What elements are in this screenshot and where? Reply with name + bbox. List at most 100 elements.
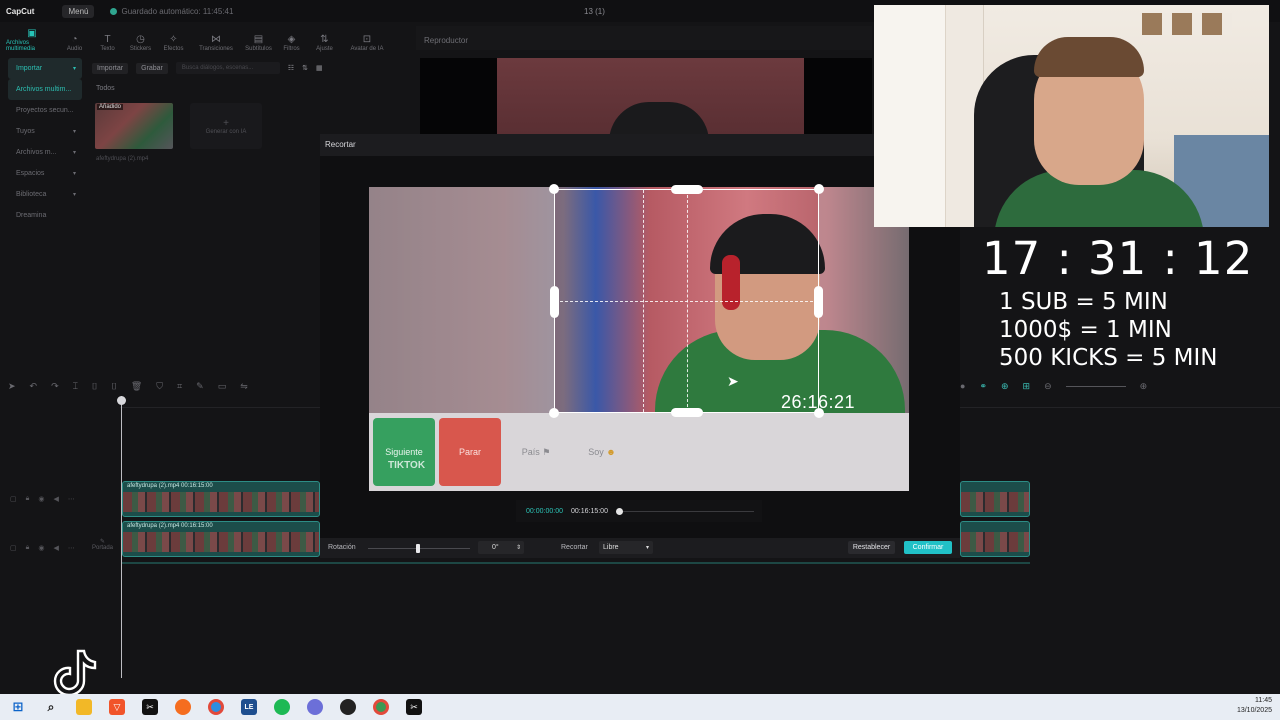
crop-handle-top-left[interactable] bbox=[549, 184, 559, 194]
sidebar-item-import[interactable]: Importar ▾ bbox=[8, 58, 82, 79]
tool-subtitles[interactable]: ▤ Subtítulos bbox=[242, 34, 275, 52]
video-clip[interactable]: afeftydrupa (2).mp4 00:16:15:00 bbox=[122, 481, 320, 517]
chrome-2-icon[interactable] bbox=[373, 699, 389, 715]
tool-adjust[interactable]: ⇅ Ajuste bbox=[308, 34, 341, 52]
record-button[interactable]: Grabar bbox=[136, 62, 168, 74]
crop-selection-box[interactable] bbox=[549, 184, 824, 418]
sidebar-item-media-files[interactable]: Archivos multim... bbox=[8, 79, 82, 100]
sidebar-item-library[interactable]: Biblioteca ▾ bbox=[8, 184, 82, 205]
project-name[interactable]: 13 (1) bbox=[584, 7, 605, 16]
select-tool-icon[interactable]: ➤ bbox=[8, 381, 16, 392]
crop-handle-bottom-left[interactable] bbox=[549, 408, 559, 418]
mirror-icon[interactable]: ⇋ bbox=[240, 381, 248, 392]
sidebar-item-spaces[interactable]: Espacios ▾ bbox=[8, 163, 82, 184]
audio-track[interactable] bbox=[122, 562, 1030, 570]
video-clip[interactable] bbox=[960, 481, 1030, 517]
obs-icon[interactable] bbox=[340, 699, 356, 715]
tool-transitions[interactable]: ⋈ Transiciones bbox=[190, 34, 242, 52]
volume-icon[interactable]: ◀ bbox=[53, 544, 58, 552]
volume-icon[interactable]: ◀ bbox=[53, 495, 58, 503]
stop-chat-button: Parar bbox=[439, 418, 501, 486]
tool-text[interactable]: T Texto bbox=[91, 34, 124, 52]
discord-icon[interactable] bbox=[307, 699, 323, 715]
crop-handle-top-right[interactable] bbox=[814, 184, 824, 194]
le-icon[interactable]: LE bbox=[241, 699, 257, 715]
menu-button[interactable]: Menú bbox=[62, 4, 95, 18]
crop-handle-right[interactable] bbox=[814, 286, 823, 318]
rotation-slider-knob[interactable] bbox=[416, 544, 420, 553]
tool-audio[interactable]: ◔ Audio bbox=[58, 34, 91, 52]
crop-handle-bottom[interactable] bbox=[671, 408, 703, 417]
tool-media[interactable]: ▣ Archivos multimedia bbox=[6, 28, 58, 52]
crop-ratio-select[interactable]: Libre ▾ bbox=[599, 541, 653, 554]
shield-icon[interactable]: ⛉ bbox=[156, 381, 163, 392]
files-icon[interactable] bbox=[76, 699, 92, 715]
filter-icon[interactable]: ☷ bbox=[288, 64, 294, 72]
split-left-icon[interactable]: ⌷ bbox=[92, 381, 97, 392]
media-search-input[interactable]: Busca diálogos, escenas... bbox=[175, 62, 280, 74]
view-icon[interactable]: ▦ bbox=[316, 64, 323, 72]
chevron-down-icon: ▾ bbox=[72, 171, 76, 177]
media-thumbnail[interactable]: Añadido bbox=[95, 103, 173, 149]
tool-stickers[interactable]: ◷ Stickers bbox=[124, 34, 157, 52]
start-icon[interactable]: ⊞ bbox=[10, 699, 26, 715]
player-header: Reproductor bbox=[416, 26, 872, 50]
lock-icon[interactable]: 🔒︎ bbox=[26, 544, 30, 552]
redo-icon[interactable]: ↷ bbox=[51, 381, 59, 392]
tool-avatar[interactable]: ⊡ Avatar de IA bbox=[341, 34, 393, 52]
search-icon[interactable]: ⌕ bbox=[43, 699, 59, 715]
firefox-icon[interactable] bbox=[175, 699, 191, 715]
snap-icon[interactable]: ⊞ bbox=[1023, 381, 1031, 392]
rotation-input[interactable]: 0° ⇕ bbox=[478, 541, 524, 554]
spotify-icon[interactable] bbox=[274, 699, 290, 715]
link-icon[interactable]: ⚭ bbox=[979, 381, 987, 392]
confirm-button[interactable]: Confirmar bbox=[904, 541, 952, 554]
video-clip[interactable] bbox=[960, 521, 1030, 557]
split-icon[interactable]: ⌶ bbox=[73, 381, 78, 392]
track2-controls: ▢ 🔒︎ ◉ ◀ ⋯ bbox=[10, 544, 75, 552]
stepper-icon[interactable]: ⇕ bbox=[516, 544, 521, 551]
timeline-track-2-right bbox=[960, 521, 1030, 557]
split-right-icon[interactable]: ⌷ bbox=[111, 381, 116, 392]
sidebar-item-dreamina[interactable]: Dreamina bbox=[8, 205, 82, 226]
sidebar-item-files[interactable]: Archivos m... ▾ bbox=[8, 142, 82, 163]
sidebar-item-secondary-projects[interactable]: Proyectos secun... bbox=[8, 100, 82, 121]
capcut-icon[interactable]: ✂ bbox=[142, 699, 158, 715]
sidebar-item-yours[interactable]: Tuyos ▾ bbox=[8, 121, 82, 142]
tool-effects[interactable]: ✧ Efectos bbox=[157, 34, 190, 52]
cover-button[interactable]: ✎ Portada bbox=[92, 538, 113, 551]
taskbar-clock[interactable]: 11:45 13/10/2025 bbox=[1237, 696, 1272, 716]
timeline-toolbar: ➤ ↶ ↷ ⌶ ⌷ ⌷ 🗑 ⛉ ⌗ ✎ ▭ ⇋ bbox=[8, 378, 318, 394]
capcut-2-icon[interactable]: ✂ bbox=[406, 699, 422, 715]
import-button[interactable]: Importar bbox=[92, 62, 129, 74]
zoom-slider[interactable] bbox=[1065, 385, 1126, 387]
chrome-icon[interactable] bbox=[208, 699, 224, 715]
eye-icon[interactable]: ◉ bbox=[38, 495, 44, 503]
crop-icon[interactable]: ⌗ bbox=[177, 381, 182, 392]
zoom-in-icon[interactable]: ⊕ bbox=[1140, 381, 1148, 392]
track-toggle-icon[interactable]: ▢ bbox=[10, 544, 17, 552]
crop-handle-left[interactable] bbox=[550, 286, 559, 318]
sort-icon[interactable]: ⇅ bbox=[302, 64, 308, 72]
video-frame-bottom: Siguiente Parar País ⚑ Soy ☻ bbox=[369, 413, 909, 491]
edit-icon[interactable]: ✎ bbox=[196, 381, 204, 392]
video-clip[interactable]: afeftydrupa (2).mp4 00:16:15:00 bbox=[122, 521, 320, 557]
track-toggle-icon[interactable]: ▢ bbox=[10, 495, 17, 503]
generate-ai-button[interactable]: + Generar con IA bbox=[190, 103, 262, 149]
mic-icon[interactable]: ● bbox=[960, 381, 965, 391]
crop-handle-top[interactable] bbox=[671, 185, 703, 194]
eye-icon[interactable]: ◉ bbox=[38, 544, 44, 552]
scrub-knob[interactable] bbox=[615, 507, 623, 515]
scrub-bar[interactable] bbox=[615, 507, 754, 515]
more-icon[interactable]: ⋯ bbox=[68, 495, 75, 503]
magnet-icon[interactable]: ⊕ bbox=[1001, 381, 1009, 392]
lock-icon[interactable]: 🔒︎ bbox=[26, 495, 30, 503]
more-icon[interactable]: ⋯ bbox=[68, 544, 75, 552]
screen-icon[interactable]: ▭ bbox=[218, 381, 227, 392]
tool-filters[interactable]: ◈ Filtros bbox=[275, 34, 308, 52]
undo-icon[interactable]: ↶ bbox=[30, 381, 38, 392]
zoom-out-icon[interactable]: ⊖ bbox=[1044, 381, 1052, 392]
reset-button[interactable]: Restablecer bbox=[848, 541, 895, 554]
brave-icon[interactable]: ▽ bbox=[109, 699, 125, 715]
delete-icon[interactable]: 🗑 bbox=[131, 381, 142, 392]
